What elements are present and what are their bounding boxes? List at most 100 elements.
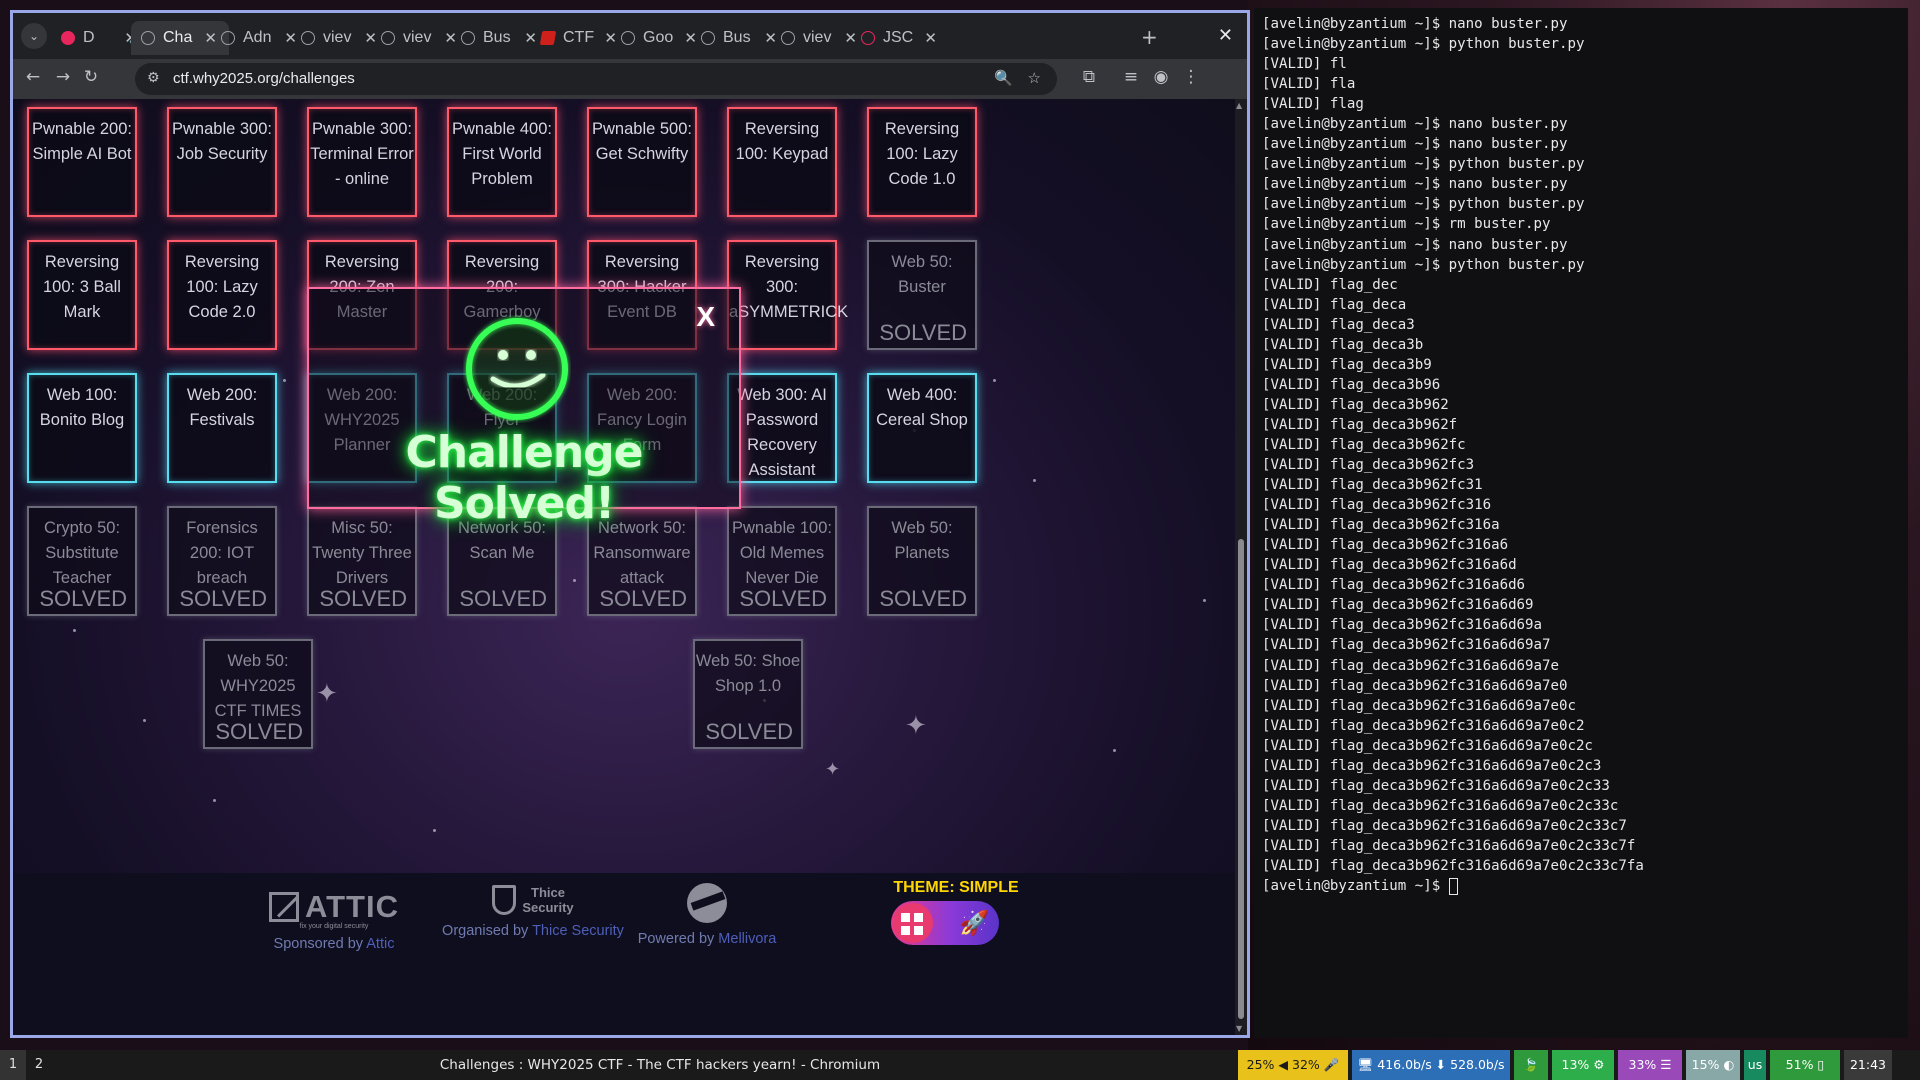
sponsor-prefix: Sponsored by [273,936,367,952]
challenge-card[interactable]: Reversing 300: aSYMMETRICK [727,240,849,350]
thice-security-link[interactable]: Thice Security [532,923,624,939]
status-block[interactable]: 🍃 [1514,1050,1548,1080]
terminal-line: [VALID] flag [1262,96,1364,113]
challenge-card[interactable]: Reversing 100: Keypad [727,107,837,217]
challenge-card[interactable]: Web 300: AI Password Recovery Assistant [727,373,837,483]
terminal-line: [VALID] flag_deca3b962fc316a6d6 [1262,577,1526,594]
terminal-line: [VALID] flag_deca3b962fc316a6d69a7e0c2c3… [1262,817,1627,834]
sparkle-decoration: ✦ [905,711,927,741]
terminal-prompt[interactable]: [avelin@byzantium ~]$ [1262,876,1644,896]
challenge-card[interactable]: Pwnable 200: Simple AI Bot [27,107,137,217]
challenge-card[interactable]: Pwnable 500: Get Schwifty [587,107,697,217]
star-decoration [143,719,146,722]
terminal-line: [avelin@byzantium ~]$ rm buster.py [1262,216,1551,233]
terminal-line: [VALID] flag_deca3b962 [1262,396,1449,413]
challenge-card[interactable]: Forensics 200: IOT breach SOLVED [167,506,277,616]
status-block[interactable]: 15% ◐ [1686,1050,1740,1080]
globe-icon [781,31,795,45]
challenge-title: Reversing 300: aSYMMETRICK [729,253,849,321]
bookmark-star-icon[interactable]: ☆ [1028,69,1041,87]
ctf-icon [141,31,155,45]
challenge-card[interactable]: Web 400: Cereal Shop [867,373,977,483]
forward-button[interactable]: → [51,67,75,87]
terminal-line: [VALID] flag_deca3b962fc316a6d69a7e0c2 [1262,717,1585,734]
mellivora-link[interactable]: Mellivora [718,931,776,947]
browser-tab[interactable]: JSC ✕ [851,21,949,55]
tab-close-icon[interactable]: ✕ [924,29,937,47]
record-icon [61,31,75,45]
ctf-challenges-page: ✦ ✦ ✦ Pwnable 200: Simple AI Bot Pwnable … [13,99,1235,1035]
organiser-prefix: Organised by [442,923,533,939]
challenge-card[interactable]: Pwnable 300: Job Security [167,107,277,217]
challenge-card[interactable]: Crypto 50: Substitute Teacher SOLVED [27,506,137,616]
tab-title: Adn [243,29,272,46]
attic-link[interactable]: Attic [366,936,394,952]
star-decoration [1113,749,1116,752]
powered-prefix: Powered by [637,931,719,947]
status-block[interactable]: 13% ⚙ [1552,1050,1614,1080]
tab-title: D [83,29,95,46]
new-tab-button[interactable]: + [1141,25,1158,49]
tab-title: Bus [483,29,511,46]
page-scrollbar[interactable]: ▲ ▼ [1235,99,1247,1035]
theme-toggle[interactable]: 🚀 [891,901,999,945]
workspace-1-button[interactable]: 1 [0,1050,26,1080]
zoom-icon[interactable]: 🔍 [994,69,1013,87]
mellivora-logo[interactable] [687,883,727,923]
status-block[interactable]: 51% ▯ [1770,1050,1840,1080]
challenge-card[interactable]: Reversing 100: 3 Ball Mark [27,240,137,350]
challenge-title: Web 50: WHY2025 CTF TIMES [214,652,302,720]
solved-badge: SOLVED [599,586,687,611]
site-info-icon[interactable]: ⚙ [147,70,160,86]
chromium-window: ⌄ D🔊✕Cha✕Adn✕viev✕viev✕Bus✕CTF✕Goo✕Bus✕v… [10,10,1250,1038]
star-decoration [73,629,76,632]
terminal-line: [VALID] fl [1262,56,1347,73]
scroll-down-arrow[interactable]: ▼ [1236,1024,1242,1033]
solved-badge: SOLVED [739,586,827,611]
challenge-card[interactable]: Web 50: Buster SOLVED [867,240,977,350]
sparkle-decoration: ✦ [825,759,841,780]
challenge-card[interactable]: Pwnable 400: First World Problem [447,107,557,217]
challenge-card[interactable]: Web 50: Shoe Shop 1.0 SOLVED [693,639,803,749]
status-block[interactable]: 🖥 416.0b/s ⬇ 528.0b/s ⬆ [1352,1050,1510,1080]
attic-logo[interactable]: ATTIC [269,889,399,925]
tab-search-button[interactable]: ⌄ [21,23,47,49]
terminal-line: [VALID] flag_deca3b962fc316a6d69a7e0c2c3… [1262,837,1636,854]
star-decoration [213,799,216,802]
challenge-card[interactable]: Pwnable 100: Old Memes Never Die SOLVED [727,506,837,616]
terminal-line: [avelin@byzantium ~]$ python buster.py [1262,36,1585,53]
challenge-card[interactable]: Web 50: Planets SOLVED [867,506,977,616]
challenge-card[interactable]: Reversing 100: Lazy Code 2.0 [167,240,277,350]
extensions-icon[interactable]: ⧉ [1077,67,1101,87]
page-footer: ATTIC fix your digital security Sponsore… [13,873,1235,1035]
scrollbar-thumb[interactable] [1238,539,1244,1019]
status-block[interactable]: 25% ◀ 32% 🎤 [1238,1050,1348,1080]
menu-kebab-icon[interactable]: ⋮ [1179,67,1203,87]
challenge-card[interactable]: Reversing 100: Lazy Code 1.0 [867,107,977,217]
status-block[interactable]: 33% ☰ [1618,1050,1682,1080]
url-text[interactable]: ctf.why2025.org/challenges [173,70,355,87]
scroll-up-arrow[interactable]: ▲ [1236,101,1242,110]
workspace-2-button[interactable]: 2 [26,1050,52,1080]
thice-security-logo[interactable]: Thice Security [433,885,633,915]
profile-icon[interactable]: ◉ [1149,67,1173,87]
media-controls-icon[interactable]: ≡ [1119,67,1143,87]
terminal-line: [VALID] flag_dec [1262,276,1398,293]
terminal-line: [avelin@byzantium ~]$ python buster.py [1262,156,1585,173]
terminal-line: [avelin@byzantium ~]$ nano buster.py [1262,236,1568,253]
terminal-window[interactable]: [avelin@byzantium ~]$ nano buster.py [ave… [1254,8,1908,1038]
window-close-button[interactable]: ✕ [1218,25,1233,46]
status-block[interactable]: us [1744,1050,1766,1080]
modal-close-button[interactable]: X [696,301,715,333]
challenge-card[interactable]: Pwnable 300: Terminal Error - online [307,107,417,217]
terminal-line: [VALID] flag_deca3b962fc31 [1262,477,1483,494]
back-button[interactable]: ← [21,67,45,87]
reload-button[interactable]: ↻ [79,67,103,87]
status-block[interactable]: 21:43 [1844,1050,1892,1080]
challenge-card[interactable]: Web 100: Bonito Blog [27,373,137,483]
challenge-card[interactable]: Web 200: Festivals [167,373,277,483]
challenge-title: Web 50: Buster [891,253,953,296]
challenge-card[interactable]: Web 50: WHY2025 CTF TIMES SOLVED [203,639,313,749]
terminal-line: [VALID] fla [1262,76,1356,93]
address-bar[interactable]: ⚙ ctf.why2025.org/challenges 🔍 ☆ [135,63,1057,95]
